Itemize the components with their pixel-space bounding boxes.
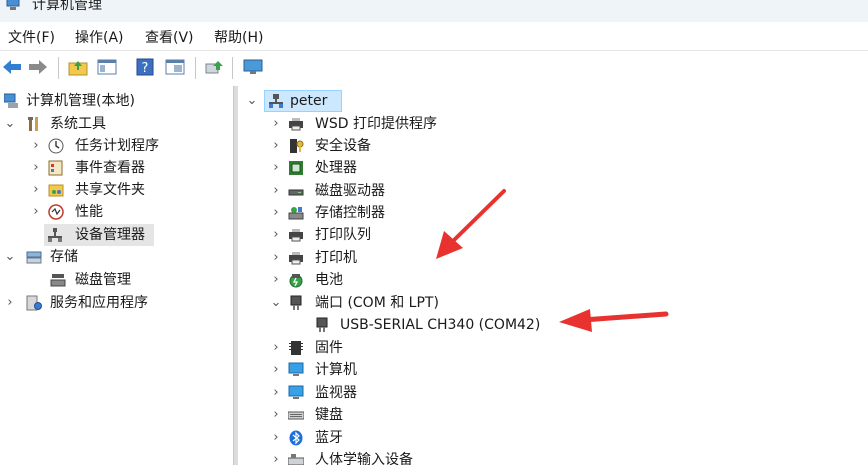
tree-item-performance[interactable]: › 性能: [30, 201, 229, 223]
chevron-down-icon[interactable]: ⌄: [4, 246, 16, 268]
tree-item-storage[interactable]: ⌄ 存储: [4, 246, 229, 268]
toolbar: ?: [0, 50, 868, 85]
chevron-right-icon[interactable]: ›: [4, 292, 16, 314]
performance-icon: [48, 204, 64, 220]
tree-item-disk-management[interactable]: 磁盘管理: [44, 269, 224, 291]
tree-label: 共享文件夹: [75, 182, 145, 198]
tree-item-shared-folders[interactable]: › 共享文件夹: [30, 179, 229, 201]
help-icon[interactable]: ?: [135, 58, 155, 76]
tree-label: 系统工具: [50, 116, 106, 132]
properties-icon[interactable]: [165, 58, 185, 76]
show-hide-tree-icon[interactable]: [97, 58, 117, 76]
scan-hardware-icon[interactable]: [243, 58, 263, 76]
annotation-arrow-horizontal: [559, 309, 669, 332]
tree-label: 事件查看器: [75, 160, 145, 176]
tree-label: 磁盘管理: [75, 272, 131, 288]
svg-text:?: ?: [142, 61, 149, 76]
menu-help[interactable]: 帮助(H): [214, 27, 263, 47]
tree-item-services-apps[interactable]: › 服务和应用程序: [4, 292, 229, 314]
chevron-right-icon[interactable]: ›: [30, 135, 42, 157]
tree-item-root[interactable]: 计算机管理(本地): [4, 90, 229, 112]
menu-bar: 文件(F) 操作(A) 查看(V) 帮助(H): [0, 22, 868, 50]
left-tree-pane: 计算机管理(本地) ⌄ 系统工具 › 任务计划程序 › 事件查看器 › 共享文件…: [0, 86, 233, 465]
device-tree-pane: ⌄ peter › WSD 打印提供程序 › 安全设备 › 处理器 › 磁盘驱动…: [238, 86, 868, 465]
tree-label: 存储: [50, 249, 78, 265]
tree-item-device-manager[interactable]: 设备管理器: [44, 224, 154, 246]
tree-label: 设备管理器: [75, 227, 145, 243]
title-bar: 计算机管理: [0, 0, 868, 22]
tools-icon: [28, 117, 38, 131]
computer-management-icon: [6, 0, 20, 10]
menu-view[interactable]: 查看(V): [145, 27, 194, 47]
annotation-arrow-diagonal: [436, 189, 506, 259]
toolbar-separator: [195, 57, 196, 79]
menu-file[interactable]: 文件(F): [8, 27, 55, 47]
chevron-down-icon[interactable]: ⌄: [4, 113, 16, 135]
update-driver-icon[interactable]: [204, 58, 224, 76]
forward-arrow-icon[interactable]: [28, 58, 48, 76]
window-title: 计算机管理: [32, 0, 102, 13]
menu-action[interactable]: 操作(A): [75, 27, 124, 47]
tree-root-label: 计算机管理(本地): [26, 93, 135, 109]
shared-folder-icon: [48, 184, 64, 197]
tree-label: 任务计划程序: [75, 138, 159, 154]
clock-icon: [48, 138, 64, 154]
event-viewer-icon: [48, 160, 63, 176]
tree-item-event-viewer[interactable]: › 事件查看器: [30, 157, 229, 179]
tree-item-system-tools[interactable]: ⌄ 系统工具: [4, 113, 229, 135]
annotation-arrows: [436, 189, 669, 332]
tree-label: 服务和应用程序: [50, 295, 148, 311]
toolbar-separator: [58, 57, 59, 79]
tree-label: 性能: [75, 204, 103, 220]
up-folder-icon[interactable]: [68, 58, 88, 76]
computer-management-icon: [4, 93, 18, 108]
services-icon: [26, 295, 42, 311]
tree-item-task-scheduler[interactable]: › 任务计划程序: [30, 135, 229, 157]
back-arrow-icon[interactable]: [2, 58, 22, 76]
device-manager-icon: [48, 228, 62, 242]
chevron-right-icon[interactable]: ›: [30, 157, 42, 179]
toolbar-separator: [232, 57, 233, 79]
disk-management-icon: [50, 274, 66, 287]
chevron-right-icon[interactable]: ›: [30, 201, 42, 223]
chevron-right-icon[interactable]: ›: [30, 179, 42, 201]
storage-icon: [26, 251, 42, 264]
